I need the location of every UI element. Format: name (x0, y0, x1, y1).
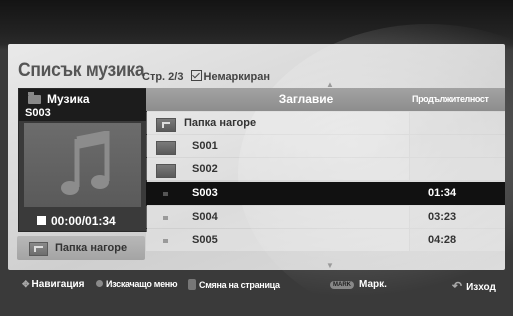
folder-icon (156, 141, 176, 155)
help-mark: MARK Марк. (330, 279, 387, 290)
preview-category: Музика (47, 92, 90, 106)
help-exit-label: Изход (466, 282, 496, 293)
row-name: S001 (192, 140, 218, 152)
page-title: Списък музика (18, 60, 145, 81)
navigation-arrows-icon: ✥ (22, 279, 30, 289)
page-button-icon (188, 279, 196, 290)
preview-file-name: S003 (25, 107, 51, 119)
music-file-icon (163, 216, 168, 220)
name-cell (146, 158, 409, 180)
preview-header: Музика S003 (19, 89, 146, 121)
help-bar: ✥ Навигация Изскачащо меню Смяна на стран… (0, 270, 513, 298)
return-icon: ↶ (452, 279, 463, 293)
help-mark-label: Марк. (359, 279, 387, 290)
help-exit: ↶ Изход (452, 279, 496, 293)
duration-cell (410, 229, 505, 251)
duration-cell (410, 182, 505, 204)
table-row[interactable]: S001 (146, 135, 505, 158)
duration-cell (410, 112, 505, 134)
help-page-change-label: Смяна на страница (199, 280, 280, 290)
row-name: Папка нагоре (184, 117, 257, 129)
help-navigation: ✥ Навигация (22, 279, 84, 290)
playback-time: 00:00/01:34 (19, 211, 146, 231)
table-row[interactable]: S005 04:28 (146, 229, 505, 252)
page-number: 2/3 (168, 71, 184, 83)
row-name: S005 (192, 234, 218, 246)
row-name: S003 (192, 187, 218, 199)
row-duration: 04:28 (428, 234, 457, 246)
name-cell (146, 229, 409, 251)
stop-icon[interactable] (37, 216, 46, 225)
folder-icon (156, 164, 176, 178)
music-file-icon (163, 239, 168, 243)
table-row[interactable]: Папка нагоре (146, 112, 505, 135)
page-info: Стр. 2/3 Немаркиран (142, 70, 270, 83)
name-cell (146, 182, 409, 204)
mark-button-icon: MARK (330, 281, 354, 289)
table-row[interactable]: S004 03:23 (146, 206, 505, 229)
playback-time-text: 00:00/01:34 (51, 214, 116, 228)
table-row-selected[interactable]: S003 01:34 (146, 182, 505, 205)
duration-cell (410, 135, 505, 157)
duration-cell (410, 158, 505, 180)
help-page-change: Смяна на страница (188, 279, 280, 290)
music-note-icon (61, 131, 110, 195)
column-duration: Продължителност (412, 94, 489, 104)
help-popup-menu-label: Изскачащо меню (106, 279, 178, 289)
row-duration: 01:34 (428, 187, 457, 199)
table-header: Заглавие Продължителност (146, 88, 505, 111)
folder-up-icon (156, 118, 176, 132)
music-list-panel: Списък музика Стр. 2/3 Немаркиран ▲ Музи… (8, 24, 513, 316)
help-popup-menu: Изскачащо меню (96, 279, 178, 289)
album-art (24, 123, 141, 207)
folder-up-button[interactable]: Папка нагоре (17, 236, 145, 260)
music-folder-icon (28, 92, 41, 104)
help-navigation-label: Навигация (31, 279, 85, 290)
row-name: S002 (192, 163, 218, 175)
row-duration: 03:23 (428, 211, 457, 223)
music-list-screen: Списък музика Стр. 2/3 Немаркиран ▲ Музи… (0, 0, 513, 316)
column-title: Заглавие (278, 92, 334, 106)
page-label: Стр. (142, 71, 166, 83)
music-table: Заглавие Продължителност Папка нагоре S0… (146, 88, 505, 260)
checkbox-icon[interactable] (190, 70, 202, 81)
name-cell (146, 135, 409, 157)
folder-up-label: Папка нагоре (55, 242, 128, 254)
folder-up-icon (29, 242, 48, 256)
now-playing-preview: Музика S003 00:00/01:34 (18, 88, 147, 232)
music-file-icon (163, 192, 168, 196)
table-row[interactable]: S002 (146, 158, 505, 181)
row-name: S004 (192, 211, 218, 223)
scroll-down-arrow-icon[interactable]: ▼ (326, 261, 334, 270)
name-cell (146, 206, 409, 228)
filter-label: Немаркиран (203, 71, 271, 83)
ok-button-icon (96, 280, 103, 287)
duration-cell (410, 206, 505, 228)
